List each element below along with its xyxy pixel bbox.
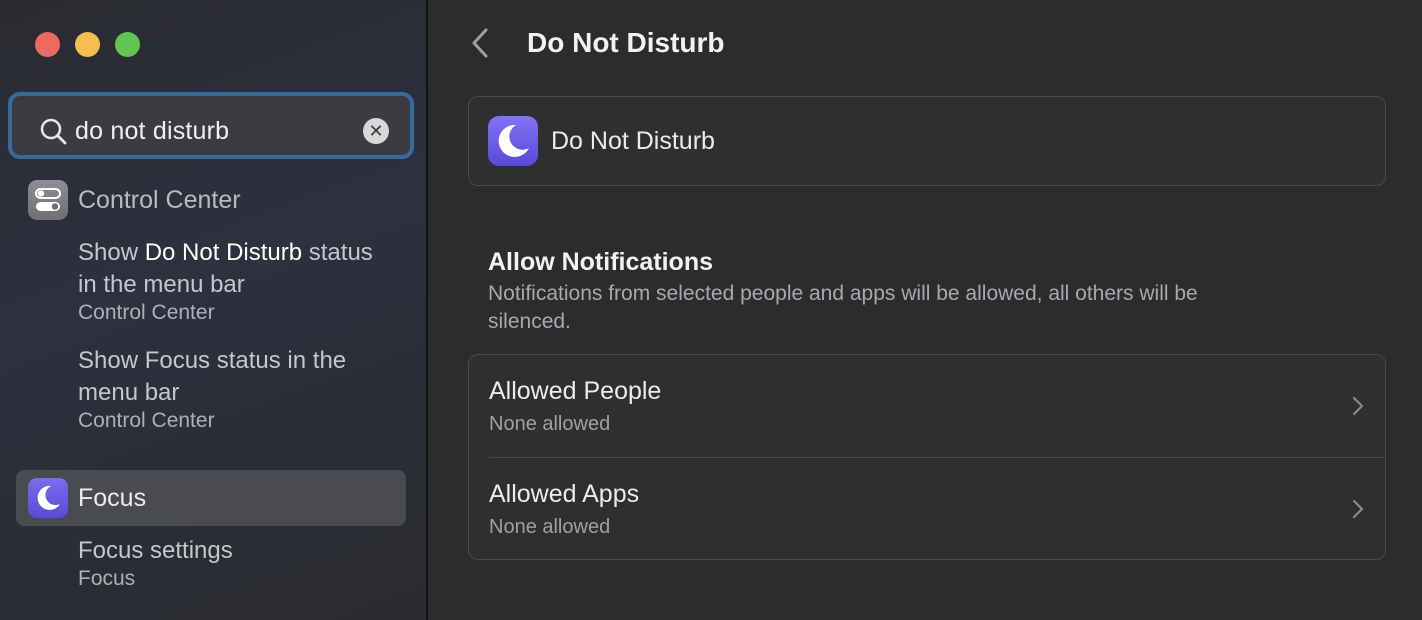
result-item-focus-settings[interactable]: Focus settings Focus <box>78 535 398 591</box>
page-title: Do Not Disturb <box>527 27 725 58</box>
result-group-control-center[interactable]: Control Center <box>78 186 241 215</box>
result-text: Show <box>78 239 145 266</box>
clear-search-icon[interactable]: ✕ <box>363 118 389 144</box>
result-item-show-dnd-status[interactable]: Show Do Not Disturb status in the menu b… <box>78 237 398 325</box>
result-item-show-focus-status[interactable]: Show Focus status in the menu bar Contro… <box>78 345 398 433</box>
allow-notifications-description: Notifications from selected people and a… <box>488 282 1198 333</box>
result-location: Focus <box>78 567 136 590</box>
result-highlight: Do Not Disturb <box>144 239 303 266</box>
result-location: Control Center <box>78 301 215 324</box>
focus-header-card: Do Not Disturb <box>468 96 1386 186</box>
allowed-people-row[interactable]: Allowed People None allowed <box>469 355 1385 458</box>
sidebar: do not disturb ✕ Control Center Show Do … <box>0 0 426 620</box>
search-field[interactable]: do not disturb ✕ <box>8 92 414 159</box>
moon-icon <box>37 485 60 510</box>
allowed-people-title: Allowed People <box>489 377 662 405</box>
chevron-right-icon <box>1352 396 1364 416</box>
result-group-focus-selected[interactable] <box>16 470 406 526</box>
main-pane: Do Not Disturb Do Not Disturb Allow Noti… <box>428 0 1422 620</box>
allowed-list-card: Allowed People None allowed Allowed Apps… <box>468 354 1386 560</box>
minimize-window-button[interactable] <box>75 32 100 57</box>
allowed-apps-title: Allowed Apps <box>489 480 640 508</box>
result-text: Focus settings <box>78 537 233 564</box>
zoom-window-button[interactable] <box>115 32 140 57</box>
allowed-apps-row[interactable]: Allowed Apps None allowed <box>469 458 1385 560</box>
control-center-icon <box>28 180 68 220</box>
search-input[interactable]: do not disturb ✕ <box>15 99 407 152</box>
result-location: Control Center <box>78 409 215 432</box>
do-not-disturb-icon <box>488 116 538 166</box>
close-window-button[interactable] <box>35 32 60 57</box>
focus-app-icon <box>28 478 68 518</box>
search-query[interactable]: do not disturb <box>75 117 229 146</box>
search-icon <box>40 118 67 145</box>
result-text: Show Focus status in the menu bar <box>78 347 347 406</box>
result-group-focus[interactable]: Focus <box>78 484 146 513</box>
allowed-apps-status: None allowed <box>489 516 611 538</box>
moon-icon <box>498 124 529 157</box>
focus-header-title: Do Not Disturb <box>551 127 715 155</box>
toggle-switches-icon <box>35 188 61 211</box>
back-chevron-icon[interactable] <box>468 24 494 62</box>
allowed-people-status: None allowed <box>489 413 611 435</box>
allow-notifications-heading: Allow Notifications <box>488 248 713 276</box>
chevron-right-icon <box>1352 499 1364 519</box>
